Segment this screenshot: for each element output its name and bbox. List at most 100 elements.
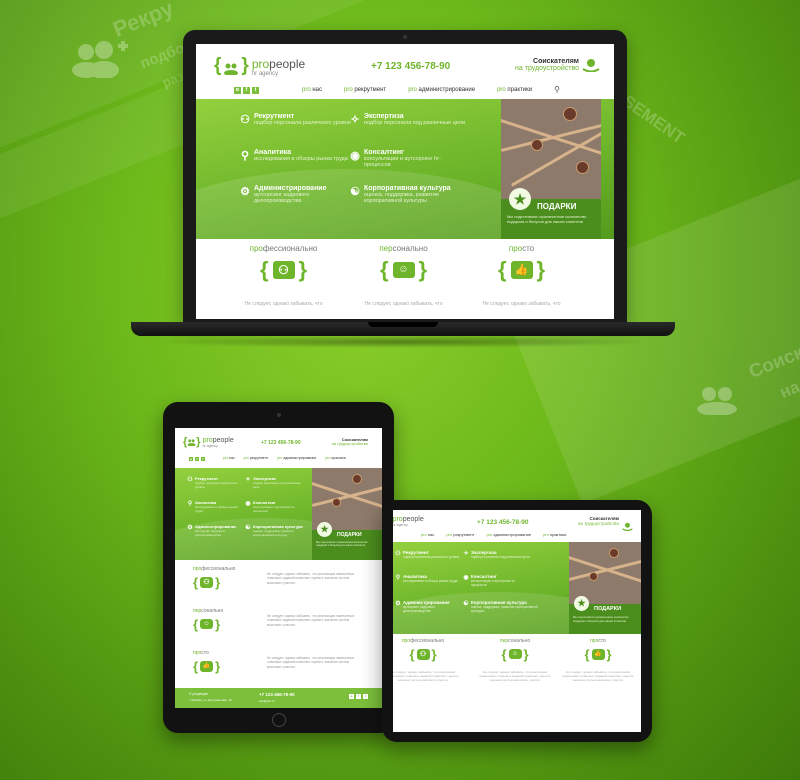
- feature-text: Не следует, однако забывать, что реализа…: [267, 572, 355, 585]
- vk-icon[interactable]: в: [234, 87, 241, 94]
- service-expertise[interactable]: ✧ Экспертиза подбор персонала под различны…: [243, 476, 303, 489]
- service-consulting[interactable]: ◉ Консалтинг консультации и аутсорсинг hr-…: [461, 574, 531, 587]
- service-expertise[interactable]: ✧ Экспертиза подбор персонала под различн…: [346, 113, 466, 126]
- consulting-icon: ◉: [350, 150, 360, 162]
- hero-section: ⚇ Рекрутмент подбор персонала различного у…: [393, 542, 641, 634]
- tablet-portrait-frame: { } propeople hr agency +7 123 456-78-90 …: [163, 402, 394, 733]
- service-recruitment[interactable]: ⚇ Рекрутмент подбор персонала различного у…: [393, 550, 463, 559]
- feature-personal: персонально {☺}: [193, 608, 263, 634]
- team-icon: {⚇}: [193, 574, 221, 590]
- social-links: в f t: [234, 87, 259, 94]
- handshake-icon: ☯: [350, 186, 360, 198]
- laptop-screen: { } propeople hr agency +7 123 456-78-90…: [196, 44, 614, 319]
- service-corporate-culture[interactable]: ☯ Корпоративная культура оценка, поддержка…: [461, 600, 541, 613]
- seekers-line2: на трудоустройство: [515, 65, 579, 73]
- phone-number[interactable]: +7 123 456-78-90: [477, 519, 529, 526]
- star-icon: ★: [509, 188, 531, 210]
- service-analytics[interactable]: ⚲ Аналитика исследования и обзоры рынка т…: [236, 149, 356, 162]
- service-corporate-culture[interactable]: ☯ Корпоративная культура оценка, поддержк…: [346, 185, 476, 204]
- hero-section: ⚇ Рекрутмент подбор персонала различного …: [196, 99, 614, 239]
- service-consulting[interactable]: ◉ Консалтинг консультации и аутсорсинг hr…: [346, 149, 466, 168]
- bg-word: SEMENT: [619, 91, 689, 148]
- nav-item-recruitment[interactable]: pro рекрутмент: [344, 87, 386, 93]
- nav-item-about[interactable]: pro нас: [223, 456, 235, 460]
- vk-icon[interactable]: в: [189, 457, 193, 461]
- logo-people-icon: [223, 60, 239, 76]
- vk-icon[interactable]: в: [349, 694, 354, 699]
- service-administration[interactable]: ⚙ Администрирование аутсорсинг кадрового д…: [185, 524, 245, 537]
- service-expertise[interactable]: ✧ Экспертиза подбор персонала под различны…: [461, 550, 531, 559]
- nav-item-recruitment[interactable]: pro рекрутмент: [446, 532, 474, 537]
- facebook-icon[interactable]: f: [243, 87, 250, 94]
- facebook-icon[interactable]: f: [356, 694, 361, 699]
- gifts-photo: [501, 99, 601, 199]
- service-administration[interactable]: ⚙ Администрирование аутсорсинг кадрового …: [236, 185, 351, 204]
- service-recruitment[interactable]: ⚇ Рекрутмент подбор персонала различного у…: [185, 476, 245, 489]
- laptop-base: [131, 322, 675, 336]
- team-icon: {⚇}: [409, 646, 437, 662]
- hero-section: ⚇ Рекрутмент подбор персонала различного у…: [175, 468, 382, 560]
- feature-personal: персонально {☺} Не следует, однако забыв…: [475, 638, 555, 682]
- thumbs-up-icon: {👍}: [193, 658, 221, 674]
- feature-professional: профессионально {⚇}: [193, 566, 263, 592]
- logo[interactable]: { } propeople hr agency: [214, 54, 306, 78]
- main-nav: pro нас pro рекрутмент pro администриров…: [421, 532, 566, 537]
- seekers-link[interactable]: Соискателям на трудоустройство: [331, 437, 368, 446]
- nav-item-practices[interactable]: pro практики: [497, 87, 532, 93]
- expertise-icon: ✧: [350, 114, 360, 126]
- gifts-title: ПОДАРКИ: [537, 202, 577, 211]
- seekers-link[interactable]: Соискателям на трудоустройство: [515, 58, 579, 73]
- gifts-photo: [569, 542, 641, 604]
- id-card-icon: {☺}: [193, 616, 221, 632]
- twitter-icon[interactable]: t: [201, 457, 205, 461]
- service-recruitment[interactable]: ⚇ Рекрутмент подбор персонала различного …: [236, 113, 356, 126]
- nav-item-recruitment[interactable]: pro рекрутмент: [244, 456, 269, 460]
- footer-phone[interactable]: +7 123 456-78-90: [259, 692, 295, 697]
- nav-item-practices[interactable]: pro практики: [543, 532, 566, 537]
- logo[interactable]: { } propeoplehr agency: [183, 435, 234, 449]
- search-icon[interactable]: ⚲: [554, 85, 560, 94]
- nav-item-administration[interactable]: pro администрирование: [408, 87, 475, 93]
- star-icon: ★: [317, 522, 332, 537]
- logo-pro: pro: [251, 57, 270, 71]
- feature-text: Не следует, однако забывать, что реализа…: [267, 656, 355, 669]
- nav-item-about[interactable]: pro нас: [302, 87, 322, 93]
- recruitment-icon: ⚇: [240, 114, 250, 126]
- id-card-icon: {☺}: [379, 257, 428, 282]
- nav-item-practices[interactable]: pro практики: [325, 456, 345, 460]
- service-analytics[interactable]: ⚲ Аналитика исследования и обзоры рынка тр…: [185, 500, 245, 513]
- home-button[interactable]: [271, 713, 286, 727]
- facebook-icon[interactable]: f: [195, 457, 199, 461]
- gifts-desc: Мы подготовили ограниченное количество п…: [507, 214, 587, 225]
- nav-item-about[interactable]: pro нас: [421, 532, 434, 537]
- seekers-icon[interactable]: [582, 58, 600, 73]
- service-consulting[interactable]: ◉ Консалтинг консультации и аутсорсинг hr-…: [243, 500, 303, 513]
- thumbs-up-icon: {👍}: [497, 257, 546, 282]
- nav-item-administration[interactable]: pro администрирование: [486, 532, 531, 537]
- id-card-icon: {☺}: [501, 646, 529, 662]
- seekers-icon[interactable]: [622, 518, 633, 532]
- feature-simple: просто {👍}: [193, 650, 263, 676]
- seekers-link[interactable]: Соискателям на трудоустройство: [578, 516, 619, 526]
- site-footer: © propeople г. Москва, ул. Центральная, …: [175, 688, 382, 708]
- phone-number[interactable]: +7 123 456-78-90: [261, 440, 301, 446]
- twitter-icon[interactable]: t: [363, 694, 368, 699]
- twitter-icon[interactable]: t: [252, 87, 259, 94]
- feature-personal: персонально {☺} Не следует, однако забыв…: [356, 244, 451, 307]
- feature-text: Не следует, однако забывать, что реализа…: [267, 614, 355, 627]
- feature-professional: профессионально {⚇} Не следует, однако з…: [393, 638, 463, 682]
- logo[interactable]: { } propeoplehr agency: [393, 514, 424, 528]
- footer-email[interactable]: info@pro.ru: [259, 699, 275, 703]
- feature-simple: просто {👍} Не следует, однако забывать, …: [558, 638, 638, 682]
- gifts-banner[interactable]: ★ ПОДАРКИ Мы подготовили ограниченное ко…: [312, 522, 382, 560]
- service-administration[interactable]: ⚙ Администрирование аутсорсинг кадрового д…: [393, 600, 463, 613]
- tablet-landscape-screen: { } propeoplehr agency +7 123 456-78-90 …: [393, 510, 641, 732]
- service-analytics[interactable]: ⚲ Аналитика исследования и обзоры рынка тр…: [393, 574, 463, 583]
- service-corporate-culture[interactable]: ☯ Корпоративная культура оценка, поддержка…: [243, 524, 308, 537]
- logo-people: people: [269, 57, 306, 71]
- bg-people-icon: [695, 385, 745, 416]
- gifts-banner[interactable]: ★ ПОДАРКИ Мы подготовили ограниченное ко…: [569, 596, 641, 634]
- nav-item-administration[interactable]: pro администрирование: [277, 456, 316, 460]
- phone-number[interactable]: +7 123 456-78-90: [371, 61, 450, 72]
- gifts-banner[interactable]: ★ ПОДАРКИ Мы подготовили ограниченное ко…: [501, 188, 601, 239]
